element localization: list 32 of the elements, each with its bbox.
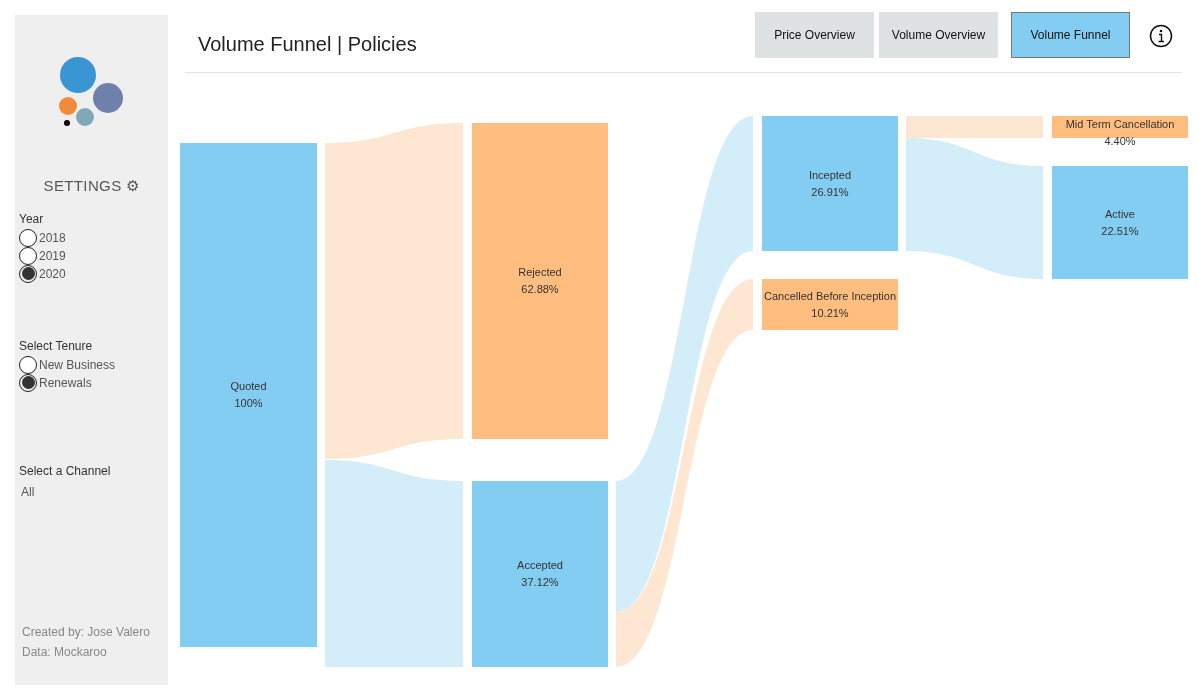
radio-option[interactable]: Renewals [19,373,168,392]
logo-drawing [58,55,126,127]
credit-text: Data: Mockaroo [22,644,108,661]
credit-text: Created by: Jose Valero [22,624,151,641]
node-value: 4.40% [1104,134,1136,149]
node-label: Quoted [230,379,267,394]
filter-label: Select Tenure [19,337,94,355]
node-value: 37.12% [521,575,559,590]
node-value: 62.88% [521,282,559,297]
node-value: 22.51% [1101,223,1139,239]
node-label: Cancelled Before Inception [763,288,897,304]
node-label: Incepted [808,167,852,183]
node-value: 10.21% [811,305,849,321]
radio-option[interactable]: 2019 [19,246,168,265]
channel-dropdown[interactable]: All [21,482,141,501]
node-label: Accepted [517,558,563,573]
nav-tab[interactable]: Price Overview [755,12,874,58]
filter-label: Year [19,210,45,228]
node-value: 100% [234,396,263,411]
nav-tab[interactable]: Volume Overview [879,12,998,58]
radio-option[interactable]: New Business [19,355,168,374]
node-value: 26.91% [811,184,849,200]
node-label: Rejected [518,265,562,280]
radio-option[interactable]: 2020 [19,264,168,283]
info-icon[interactable] [1149,24,1173,48]
dashboard-title: Volume Funnel | Policies [198,32,417,57]
node-label: Mid Term Cancellation [1065,117,1175,132]
nav-tab[interactable]: Volume Funnel [1011,12,1130,58]
node-label: Active [1105,206,1135,222]
radio-option[interactable]: 2018 [19,228,168,247]
settings-title: SETTINGS ⚙ [42,176,141,196]
filter-label: Select a Channel [19,462,112,480]
